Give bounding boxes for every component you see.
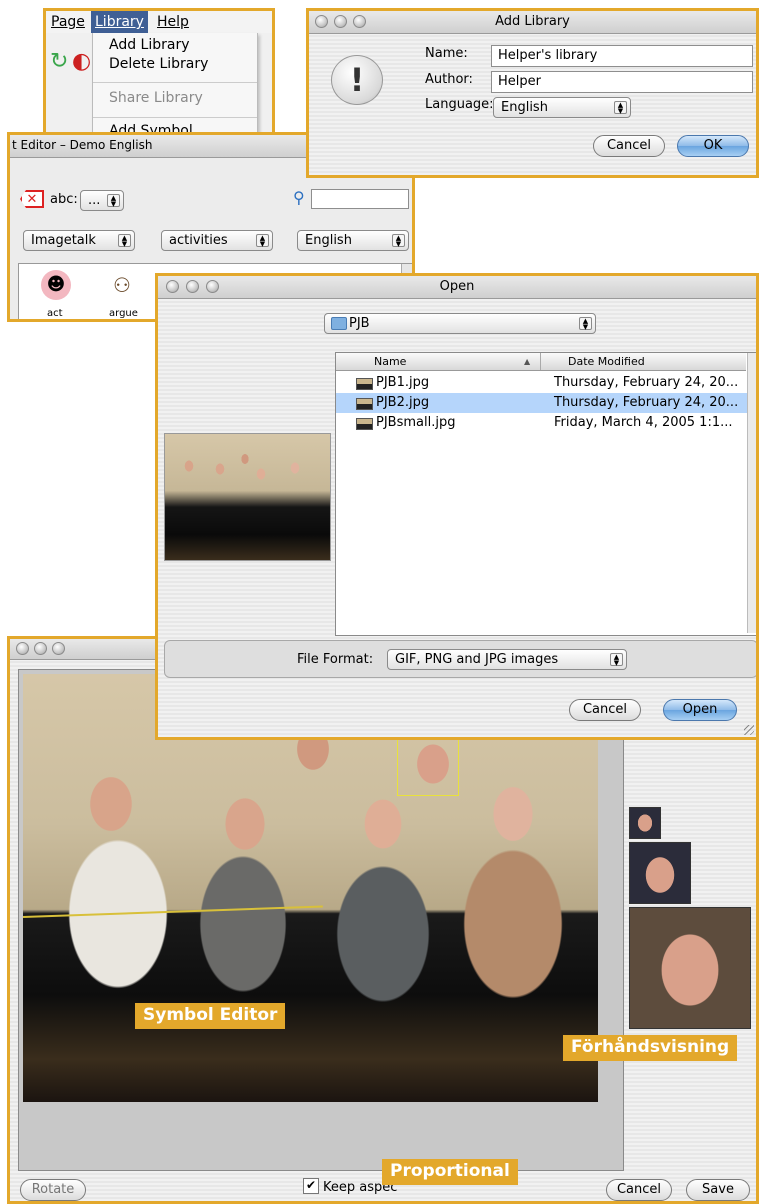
- menu-bar: Page Library Help: [46, 11, 272, 33]
- file-date: Thursday, February 24, 20...: [554, 395, 739, 410]
- abc-popup-value: ...: [88, 193, 101, 208]
- zoom-window-icon[interactable]: [52, 642, 65, 655]
- abc-label: abc:: [50, 192, 78, 207]
- menu-help[interactable]: Help: [157, 14, 189, 30]
- file-scrollbar[interactable]: [747, 353, 756, 633]
- updown-icon: ▲ ▼: [392, 234, 405, 248]
- updown-icon: ▲ ▼: [118, 234, 131, 248]
- updown-icon: ▲ ▼: [107, 194, 120, 208]
- folder-icon: [331, 317, 347, 330]
- folder-popup-value: PJB: [349, 316, 370, 331]
- sort-arrow-icon: ▲: [524, 357, 531, 366]
- image-file-icon: [356, 398, 373, 410]
- author-field[interactable]: Helper: [491, 71, 753, 93]
- file-date: Friday, March 4, 2005 1:1...: [554, 415, 733, 430]
- clear-icon[interactable]: ✕: [20, 190, 44, 208]
- minimize-window-icon[interactable]: [34, 642, 47, 655]
- name-label: Name:: [425, 46, 468, 61]
- search-icon: ⚲: [293, 188, 305, 207]
- add-library-dialog: Add Library ! Name: Helper's library Aut…: [306, 8, 759, 178]
- library-dropdown-menu: Add Library Delete Library Share Library…: [92, 33, 258, 133]
- updown-icon: ▲ ▼: [614, 101, 627, 115]
- editor-language-popup[interactable]: English ▲ ▼: [297, 230, 409, 251]
- name-column-header[interactable]: Name: [336, 353, 541, 370]
- image-file-icon: [356, 378, 373, 390]
- symbol-act-label: act: [47, 308, 63, 319]
- toolbar-stop-icon[interactable]: ◐: [72, 49, 94, 75]
- file-row-selected[interactable]: PJB2.jpg Thursday, February 24, 20...: [336, 393, 756, 413]
- crop-selection-box[interactable]: [397, 732, 459, 796]
- name-field[interactable]: Helper's library: [491, 45, 753, 67]
- file-preview-image: [164, 433, 331, 561]
- open-dialog: Open PJB ▲ ▼ Name ▲ Date Modified PJB1.jp…: [155, 273, 759, 740]
- callout-symbol-editor: Symbol Editor: [135, 1003, 286, 1029]
- add-library-title: Add Library: [495, 14, 570, 29]
- open-cancel-button[interactable]: Cancel: [569, 699, 641, 721]
- category-popup-value: activities: [169, 233, 228, 248]
- menu-separator-2: [93, 117, 257, 118]
- preview-medium: [629, 842, 691, 904]
- close-window-icon[interactable]: [16, 642, 29, 655]
- rotate-button[interactable]: Rotate: [20, 1179, 86, 1201]
- author-label: Author:: [425, 72, 473, 87]
- column-header: Name ▲ Date Modified: [336, 353, 746, 371]
- file-browser: Name ▲ Date Modified PJB1.jpg Thursday, …: [335, 352, 756, 636]
- library-popup-value: Imagetalk: [31, 233, 96, 248]
- add-library-titlebar: Add Library: [309, 11, 756, 34]
- file-row[interactable]: PJB1.jpg Thursday, February 24, 20...: [336, 373, 756, 393]
- alert-icon: !: [331, 55, 383, 105]
- file-format-label: File Format:: [297, 652, 374, 667]
- add-library-ok-button[interactable]: OK: [677, 135, 749, 157]
- category-popup[interactable]: activities ▲ ▼: [161, 230, 273, 251]
- file-name: PJB2.jpg: [376, 395, 430, 410]
- image-canvas[interactable]: [18, 669, 624, 1171]
- file-format-popup[interactable]: GIF, PNG and JPG images ▲ ▼: [387, 649, 627, 670]
- search-input[interactable]: [311, 189, 409, 209]
- menu-separator: [93, 82, 257, 83]
- open-title: Open: [439, 279, 475, 294]
- callout-preview: Förhåndsvisning: [563, 1035, 738, 1061]
- menu-item-add-library[interactable]: Add Library: [109, 37, 190, 53]
- file-format-popup-value: GIF, PNG and JPG images: [395, 652, 559, 667]
- language-popup-value: English: [501, 100, 548, 115]
- language-popup[interactable]: English ▲ ▼: [493, 97, 631, 118]
- symbol-argue-label: argue: [109, 308, 138, 319]
- format-bar: File Format: GIF, PNG and JPG images ▲ ▼: [164, 640, 756, 678]
- open-button[interactable]: Open: [663, 699, 737, 721]
- library-editor-title: t Editor – Demo English: [12, 138, 153, 152]
- menu-item-delete-library[interactable]: Delete Library: [109, 56, 208, 72]
- menu-snippet: Page Library Help ↻ ◐ Add Library Delete…: [43, 8, 275, 136]
- file-name: PJBsmall.jpg: [376, 415, 456, 430]
- symbol-argue-icon[interactable]: ⚇: [107, 270, 137, 300]
- keep-aspect-checkbox[interactable]: ✔: [303, 1178, 319, 1194]
- symbol-save-button[interactable]: Save: [686, 1179, 750, 1201]
- updown-icon: ▲ ▼: [610, 653, 623, 667]
- file-date: Thursday, February 24, 20...: [554, 375, 739, 390]
- symbol-act-icon[interactable]: ☻: [41, 270, 71, 300]
- editor-language-popup-value: English: [305, 233, 352, 248]
- menu-page[interactable]: Page: [51, 14, 85, 30]
- callout-proportional: Proportional: [382, 1159, 518, 1185]
- abc-popup[interactable]: ... ▲ ▼: [80, 190, 124, 211]
- file-row[interactable]: PJBsmall.jpg Friday, March 4, 2005 1:1..…: [336, 413, 756, 433]
- updown-icon: ▲ ▼: [256, 234, 269, 248]
- symbol-cancel-button[interactable]: Cancel: [606, 1179, 672, 1201]
- date-column-header[interactable]: Date Modified: [542, 353, 746, 370]
- image-file-icon: [356, 418, 373, 430]
- language-label: Language:: [425, 97, 494, 112]
- resize-grip-icon[interactable]: [744, 725, 754, 735]
- preview-small: [629, 807, 661, 839]
- folder-popup[interactable]: PJB ▲ ▼: [324, 313, 596, 334]
- open-titlebar: Open: [158, 276, 756, 299]
- menu-item-share-library: Share Library: [109, 90, 203, 106]
- crop-line: [23, 905, 323, 918]
- updown-icon: ▲ ▼: [579, 317, 592, 331]
- toolbar-refresh-icon[interactable]: ↻: [50, 49, 70, 75]
- library-popup[interactable]: Imagetalk ▲ ▼: [23, 230, 135, 251]
- add-library-cancel-button[interactable]: Cancel: [593, 135, 665, 157]
- file-name: PJB1.jpg: [376, 375, 430, 390]
- preview-large: [629, 907, 751, 1029]
- menu-library[interactable]: Library: [91, 11, 148, 33]
